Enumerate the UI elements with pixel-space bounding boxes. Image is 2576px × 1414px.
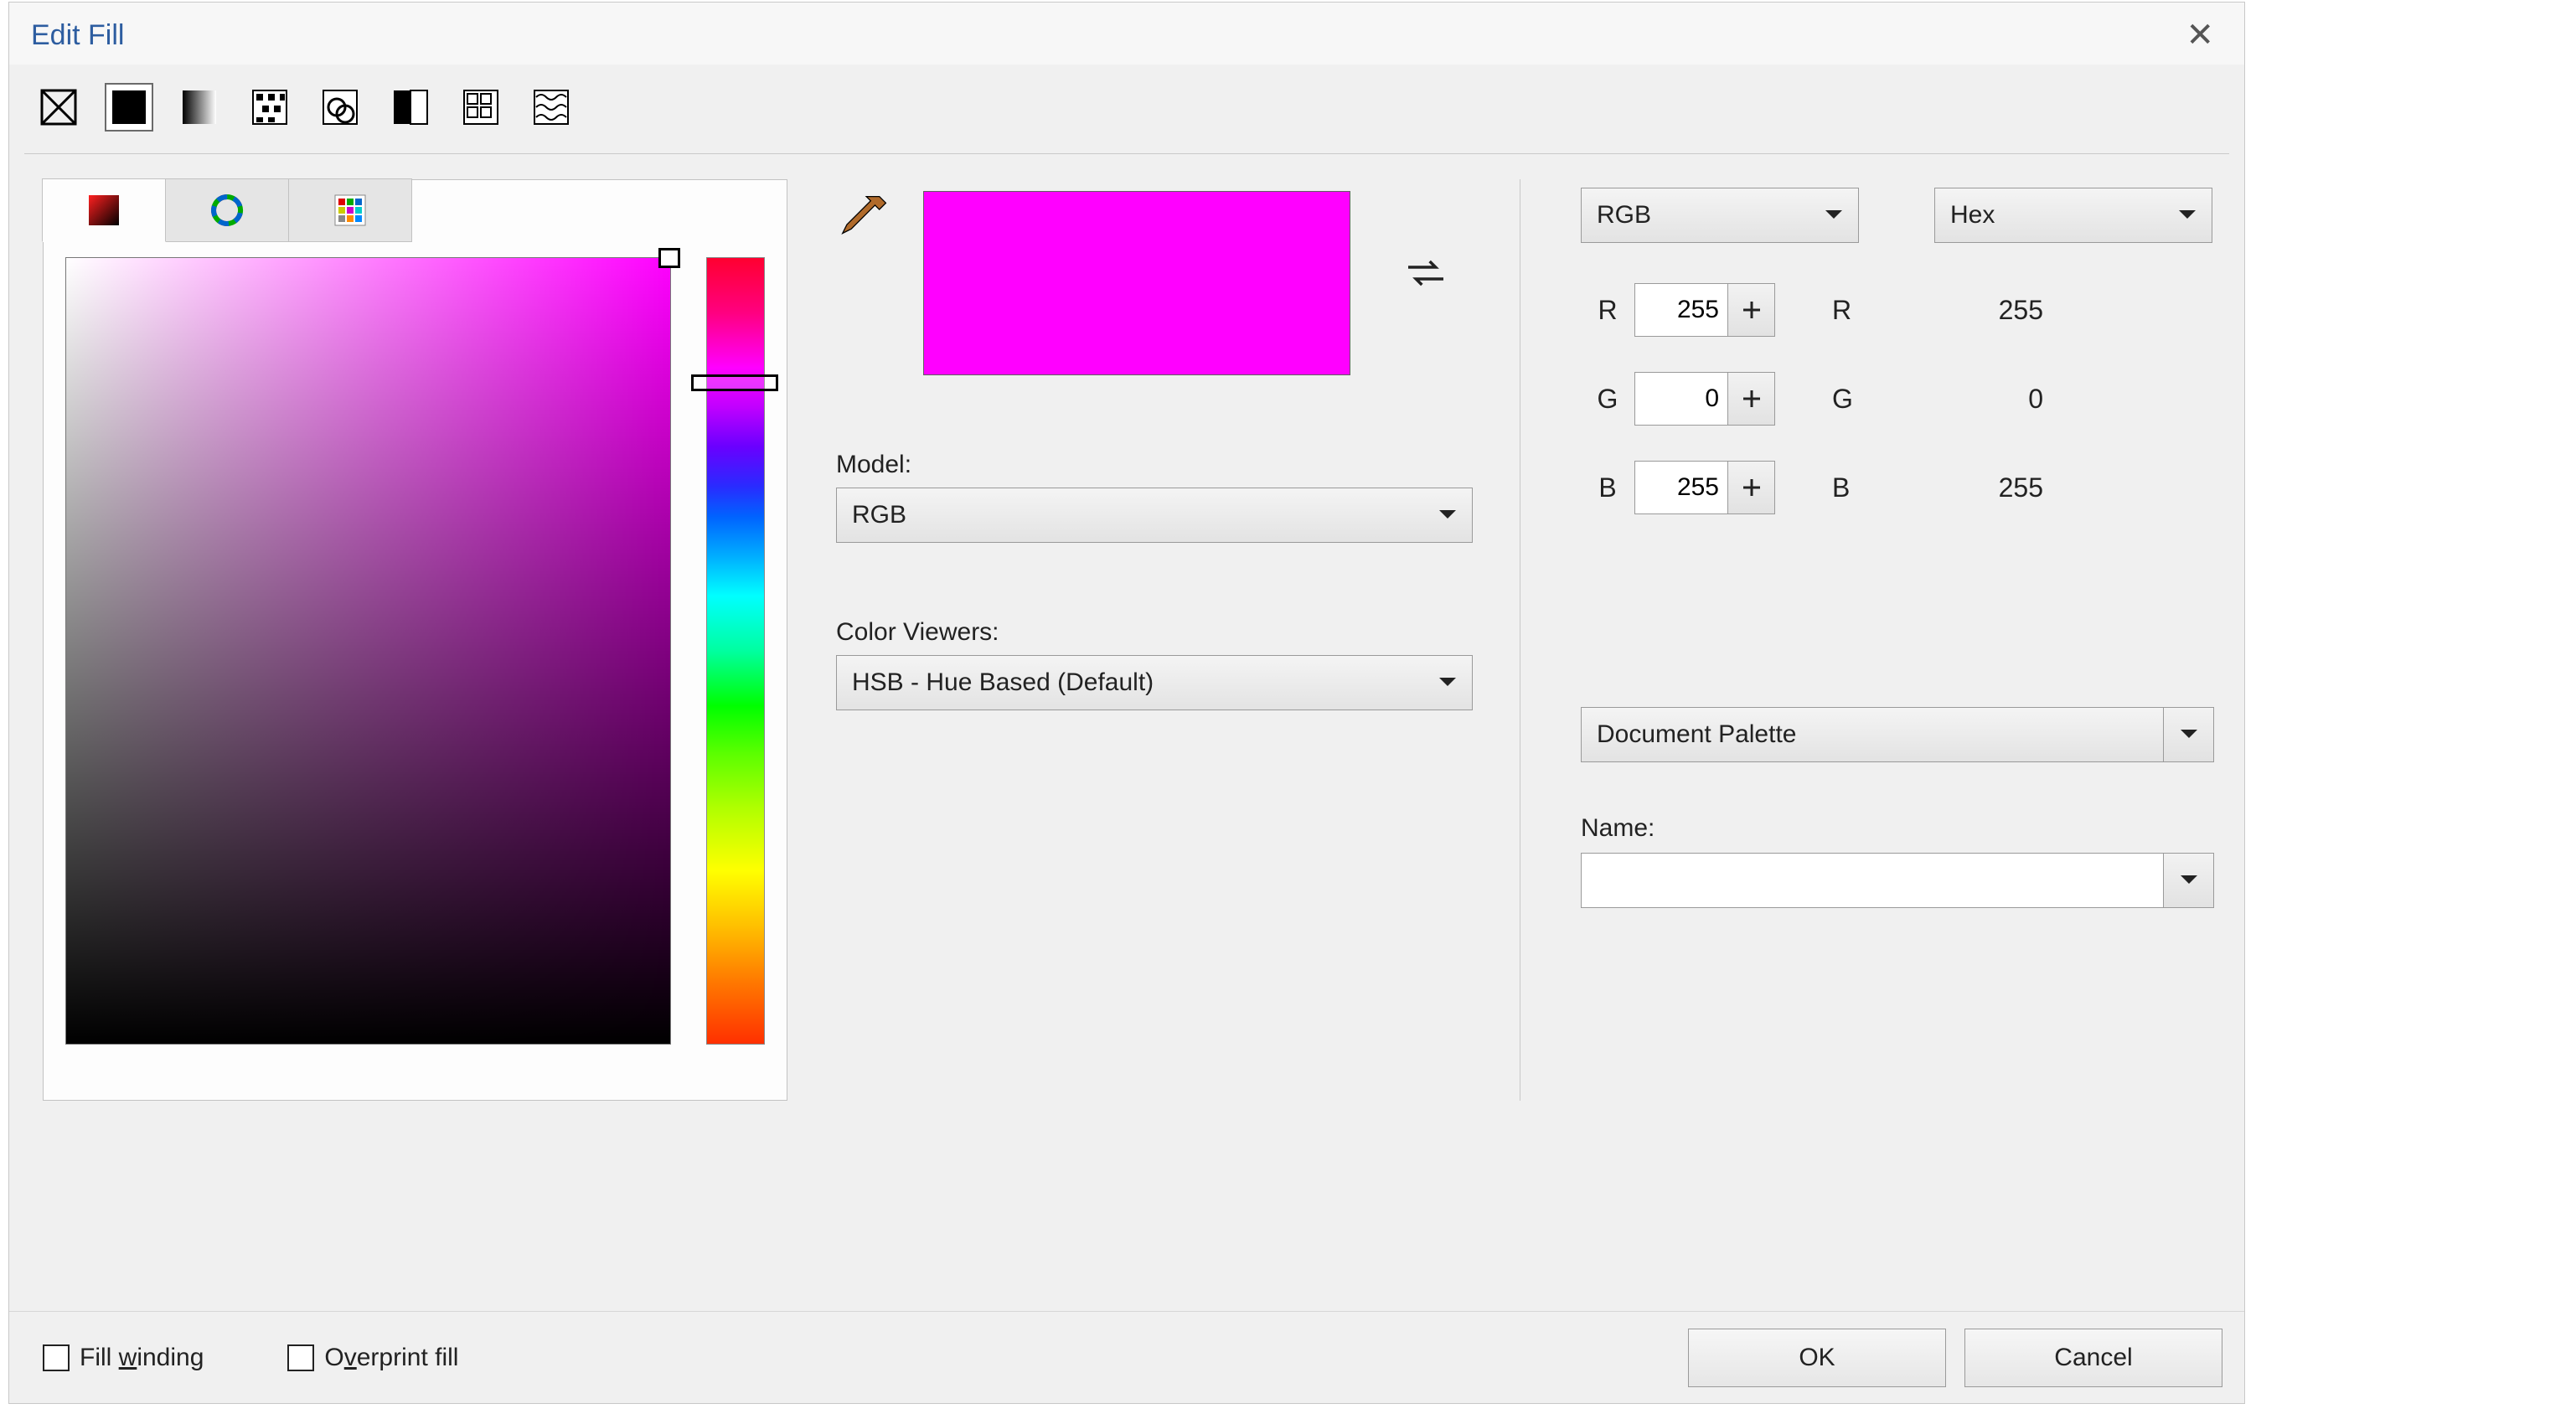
name-combo[interactable]: [1581, 853, 2164, 908]
model-label: Model:: [836, 451, 1473, 479]
vector-pattern-icon: [251, 89, 288, 126]
hex-g-value: 0: [1966, 384, 2050, 415]
viewer-tab-palette[interactable]: [288, 178, 412, 242]
tab-fountain-fill[interactable]: [175, 83, 224, 132]
color-viewers-dropdown[interactable]: HSB - Hue Based (Default): [836, 655, 1473, 710]
texture-fill-icon: [462, 89, 499, 126]
r-stepper[interactable]: [1728, 283, 1775, 337]
name-label: Name:: [1581, 814, 2214, 843]
r-spinner: [1634, 283, 1777, 337]
r-input[interactable]: [1634, 283, 1728, 337]
fill-type-tabs: [9, 65, 2244, 153]
postscript-fill-icon: [533, 89, 570, 126]
color-viewer-panel: [43, 179, 787, 1101]
checkbox-icon: [43, 1344, 70, 1371]
viewer-tab-mixer[interactable]: [165, 178, 289, 242]
eyedropper-icon[interactable]: [836, 194, 888, 246]
b-spinner: [1634, 461, 1777, 514]
name-combo-button[interactable]: [2164, 853, 2214, 908]
two-color-pattern-icon: [392, 89, 429, 126]
palette-dropdown-button[interactable]: [2164, 707, 2214, 762]
chevron-down-icon: [1438, 677, 1457, 689]
hex-b-value: 255: [1966, 472, 2050, 503]
right-model-value: RGB: [1597, 201, 1651, 230]
b-stepper[interactable]: [1728, 461, 1775, 514]
b-input[interactable]: [1634, 461, 1728, 514]
g-label: G: [1581, 384, 1634, 415]
footer: Fill winding Overprint fill OK Cancel: [9, 1311, 2244, 1403]
checkbox-icon: [287, 1344, 314, 1371]
hex-b-label: B: [1832, 472, 1966, 503]
model-dropdown[interactable]: RGB: [836, 488, 1473, 543]
overprint-fill-text: Overprint fill: [324, 1344, 458, 1372]
tab-no-fill[interactable]: [34, 83, 83, 132]
dialog-title: Edit Fill: [31, 19, 124, 52]
stepper-icon: [1741, 299, 1763, 321]
close-button[interactable]: ✕: [2177, 16, 2222, 54]
palette-grid-icon: [333, 194, 367, 227]
g-spinner: [1634, 372, 1777, 426]
chevron-down-icon: [1825, 209, 1843, 221]
model-dropdown-value: RGB: [852, 501, 906, 529]
tab-two-color-pattern[interactable]: [386, 83, 435, 132]
tab-uniform-fill[interactable]: [105, 83, 153, 132]
palette-value: Document Palette: [1597, 720, 1796, 749]
uniform-fill-icon: [111, 89, 147, 126]
fill-winding-text: Fill winding: [80, 1344, 204, 1372]
hue-handle[interactable]: [691, 374, 778, 391]
ok-button[interactable]: OK: [1688, 1329, 1946, 1387]
g-stepper[interactable]: [1728, 372, 1775, 426]
chevron-down-icon: [2178, 209, 2197, 221]
color-viewers-label: Color Viewers:: [836, 618, 1473, 647]
tab-postscript-fill[interactable]: [527, 83, 576, 132]
bitmap-pattern-icon: [322, 89, 359, 126]
stepper-icon: [1741, 388, 1763, 410]
overprint-fill-checkbox[interactable]: Overprint fill: [287, 1344, 458, 1372]
chevron-down-icon: [2180, 729, 2198, 741]
tab-bitmap-pattern[interactable]: [316, 83, 364, 132]
hex-g-label: G: [1832, 384, 1966, 415]
no-fill-icon: [40, 89, 77, 126]
fill-winding-checkbox[interactable]: Fill winding: [43, 1344, 204, 1372]
color-mixer-icon: [210, 194, 244, 227]
viewer-tab-color[interactable]: [42, 178, 166, 242]
chevron-down-icon: [2180, 875, 2198, 886]
sv-handle[interactable]: [658, 248, 680, 268]
tab-vector-pattern[interactable]: [245, 83, 294, 132]
tab-texture-fill[interactable]: [457, 83, 505, 132]
hex-dropdown-value: Hex: [1950, 201, 1995, 230]
hex-dropdown[interactable]: Hex: [1934, 188, 2212, 243]
sv-picker[interactable]: [65, 257, 671, 1045]
swap-colors-icon[interactable]: [1402, 250, 1449, 297]
chevron-down-icon: [1438, 509, 1457, 521]
b-label: B: [1581, 472, 1634, 503]
stepper-icon: [1741, 477, 1763, 498]
titlebar: Edit Fill ✕: [9, 3, 2244, 65]
hex-r-value: 255: [1966, 295, 2050, 326]
right-model-dropdown[interactable]: RGB: [1581, 188, 1859, 243]
color-viewers-value: HSB - Hue Based (Default): [852, 668, 1154, 697]
color-swatch-icon: [85, 192, 122, 229]
g-input[interactable]: [1634, 372, 1728, 426]
cancel-button[interactable]: Cancel: [1964, 1329, 2222, 1387]
fountain-fill-icon: [181, 89, 218, 126]
hex-r-label: R: [1832, 295, 1966, 326]
edit-fill-dialog: Edit Fill ✕: [8, 2, 2245, 1404]
palette-dropdown[interactable]: Document Palette: [1581, 707, 2164, 762]
r-label: R: [1581, 295, 1634, 326]
color-swatch[interactable]: [923, 191, 1350, 375]
